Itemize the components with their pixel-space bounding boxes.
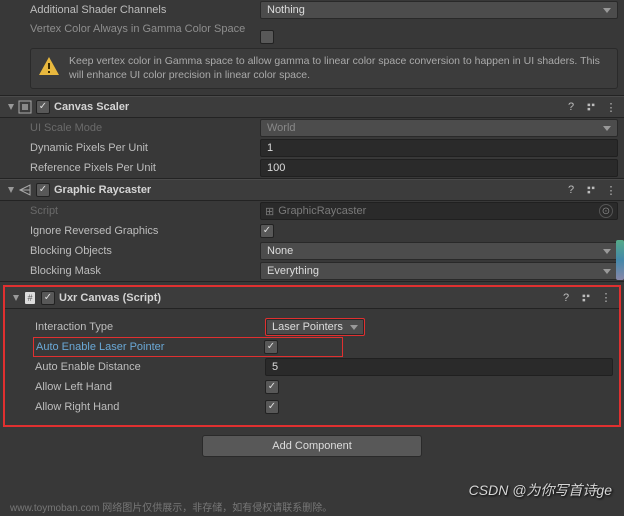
- auto-enable-laser-checkbox[interactable]: [264, 340, 278, 354]
- helpbox: Keep vertex color in Gamma space to allo…: [30, 48, 618, 89]
- preset-icon[interactable]: [584, 100, 598, 114]
- preset-icon[interactable]: [584, 183, 598, 197]
- canvas-scaler-enable-checkbox[interactable]: [36, 100, 50, 114]
- additional-shader-channels-label: Additional Shader Channels: [30, 4, 260, 16]
- reference-pixels-label: Reference Pixels Per Unit: [30, 162, 260, 174]
- interaction-type-dropdown[interactable]: Laser Pointers: [265, 318, 365, 336]
- allow-left-hand-label: Allow Left Hand: [35, 381, 265, 393]
- help-icon[interactable]: ?: [559, 291, 573, 305]
- script-component-icon: #: [23, 291, 37, 305]
- graphic-raycaster-enable-checkbox[interactable]: [36, 183, 50, 197]
- graphic-raycaster-icon: [18, 183, 32, 197]
- footer-text: www.toymoban.com 网络图片仅供展示，非存储，如有侵权请联系删除。: [10, 499, 332, 514]
- auto-enable-distance-label: Auto Enable Distance: [35, 361, 265, 373]
- allow-right-hand-checkbox[interactable]: [265, 400, 279, 414]
- vertex-color-gamma-label: Vertex Color Always in Gamma Color Space: [30, 22, 260, 36]
- graphic-raycaster-title: Graphic Raycaster: [54, 184, 564, 196]
- additional-shader-channels-dropdown[interactable]: Nothing: [260, 1, 618, 19]
- script-label: Script: [30, 205, 260, 217]
- allow-left-hand-checkbox[interactable]: [265, 380, 279, 394]
- foldout-toggle[interactable]: [6, 185, 16, 195]
- object-picker-icon[interactable]: [599, 204, 613, 218]
- uxr-canvas-title: Uxr Canvas (Script): [59, 292, 559, 304]
- preset-icon[interactable]: [579, 291, 593, 305]
- script-field: ⊞ GraphicRaycaster: [260, 202, 618, 220]
- dynamic-pixels-label: Dynamic Pixels Per Unit: [30, 142, 260, 154]
- foldout-toggle[interactable]: [6, 102, 16, 112]
- watermark-text: CSDN @为你写首诗ge: [469, 480, 612, 500]
- auto-enable-laser-label: Auto Enable Laser Pointer: [36, 341, 264, 353]
- ignore-reversed-checkbox[interactable]: [260, 224, 274, 238]
- canvas-scaler-title: Canvas Scaler: [54, 101, 564, 113]
- canvas-scaler-icon: [18, 100, 32, 114]
- helpbox-text: Keep vertex color in Gamma space to allo…: [69, 55, 611, 82]
- ui-scale-mode-dropdown[interactable]: World: [260, 119, 618, 137]
- blocking-mask-dropdown[interactable]: Everything: [260, 262, 618, 280]
- add-component-button[interactable]: Add Component: [202, 435, 422, 457]
- allow-right-hand-label: Allow Right Hand: [35, 401, 265, 413]
- help-icon[interactable]: ?: [564, 183, 578, 197]
- foldout-toggle[interactable]: [11, 293, 21, 303]
- dynamic-pixels-input[interactable]: 1: [260, 139, 618, 157]
- script-icon: ⊞: [265, 205, 274, 218]
- reference-pixels-input[interactable]: 100: [260, 159, 618, 177]
- menu-icon[interactable]: ⋮: [599, 291, 613, 305]
- svg-text:#: #: [27, 293, 32, 303]
- blocking-mask-label: Blocking Mask: [30, 265, 260, 277]
- scrollbar[interactable]: [616, 240, 624, 280]
- interaction-type-label: Interaction Type: [35, 321, 265, 333]
- vertex-color-gamma-checkbox[interactable]: [260, 30, 274, 44]
- warning-icon: [37, 55, 61, 79]
- blocking-objects-dropdown[interactable]: None: [260, 242, 618, 260]
- ui-scale-mode-label: UI Scale Mode: [30, 122, 260, 134]
- ignore-reversed-label: Ignore Reversed Graphics: [30, 225, 260, 237]
- script-value: GraphicRaycaster: [278, 205, 366, 217]
- blocking-objects-label: Blocking Objects: [30, 245, 260, 257]
- help-icon[interactable]: ?: [564, 100, 578, 114]
- menu-icon[interactable]: ⋮: [604, 100, 618, 114]
- auto-enable-distance-input[interactable]: 5: [265, 358, 613, 376]
- uxr-canvas-enable-checkbox[interactable]: [41, 291, 55, 305]
- menu-icon[interactable]: ⋮: [604, 183, 618, 197]
